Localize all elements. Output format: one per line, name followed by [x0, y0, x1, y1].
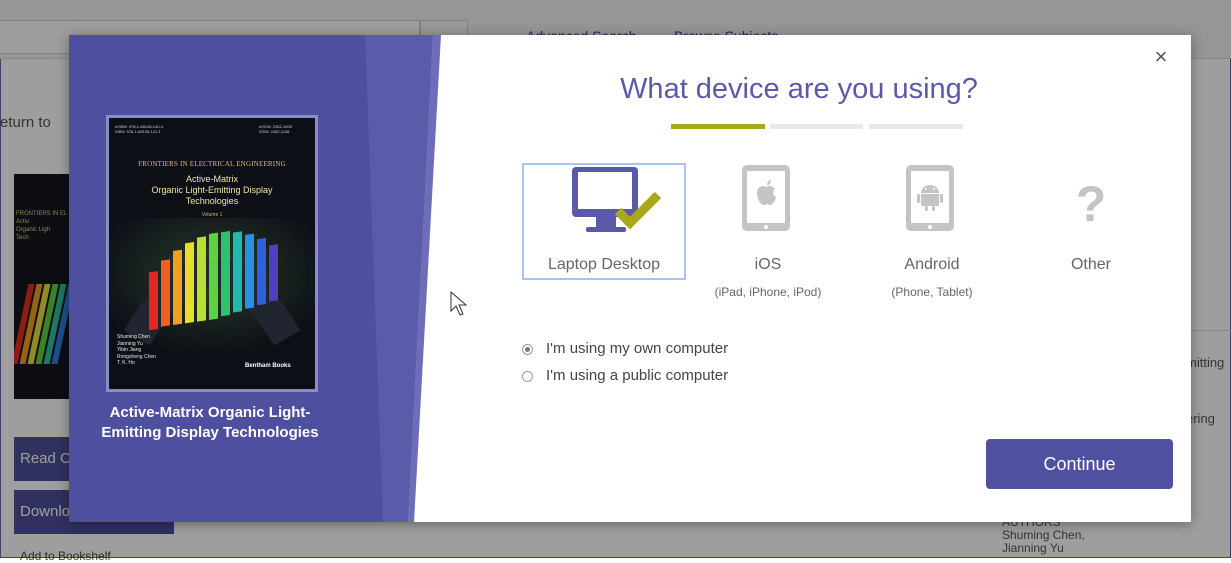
device-option-ios[interactable]: iOS (iPad, iPhone, iPod): [686, 163, 850, 299]
book-cover: eISBN: 978-1-68108-140-4 ISBN: 978-1-6810…: [106, 115, 318, 392]
android-tablet-icon: [850, 163, 1014, 241]
svg-text:?: ?: [1076, 176, 1107, 232]
apple-tablet-icon: [686, 163, 850, 241]
device-sublabel: (iPad, iPhone, iPod): [714, 285, 822, 299]
step-indicator: [770, 124, 863, 129]
cover-title: Active-Matrix Organic Light-Emitting Dis…: [151, 174, 273, 206]
mouse-cursor-icon: [450, 291, 468, 316]
device-option-other[interactable]: ? Other: [1009, 163, 1173, 280]
device-sublabel: (Phone, Tablet): [891, 285, 973, 299]
continue-button[interactable]: Continue: [986, 439, 1173, 489]
radio-label[interactable]: I'm using a public computer: [546, 367, 728, 384]
step-indicator-active: [671, 124, 765, 129]
cover-authors: Shuming Chen Jianning Yu Yibin Jiang Ron…: [117, 334, 156, 366]
radio-button[interactable]: [522, 371, 533, 382]
device-label: Other: [1070, 256, 1111, 273]
question-mark-icon: ?: [1009, 163, 1173, 241]
device-label: Laptop Desktop: [547, 256, 661, 273]
cover-publisher: Bentham Books: [245, 363, 291, 369]
book-title: Active-Matrix Organic Light-Emitting Dis…: [101, 404, 319, 441]
monitor-check-icon: [524, 165, 684, 243]
cover-isbn: eISBN: 978-1-68108-140-4 ISBN: 978-1-6810…: [115, 124, 164, 134]
device-option-android[interactable]: Android (Phone, Tablet): [850, 163, 1014, 299]
device-label: Android: [904, 256, 960, 273]
radio-button-checked[interactable]: [522, 344, 533, 355]
step-indicator: [869, 124, 963, 129]
device-option-laptop-desktop[interactable]: Laptop Desktop: [522, 163, 686, 280]
modal-heading: What device are you using?: [620, 73, 978, 105]
device-select-modal: eISBN: 978-1-68108-140-4 ISBN: 978-1-6810…: [69, 35, 1191, 522]
cover-issn: eISSN: 2452-1000 ISSN: 2452-1108: [259, 124, 292, 134]
close-icon[interactable]: ×: [1151, 46, 1171, 68]
radio-label[interactable]: I'm using my own computer: [546, 340, 728, 357]
book-panel: eISBN: 978-1-68108-140-4 ISBN: 978-1-6810…: [69, 35, 479, 522]
device-label: iOS: [754, 256, 782, 273]
cover-series: FRONTIERS IN ELECTRICAL ENGINEERING: [138, 160, 286, 168]
